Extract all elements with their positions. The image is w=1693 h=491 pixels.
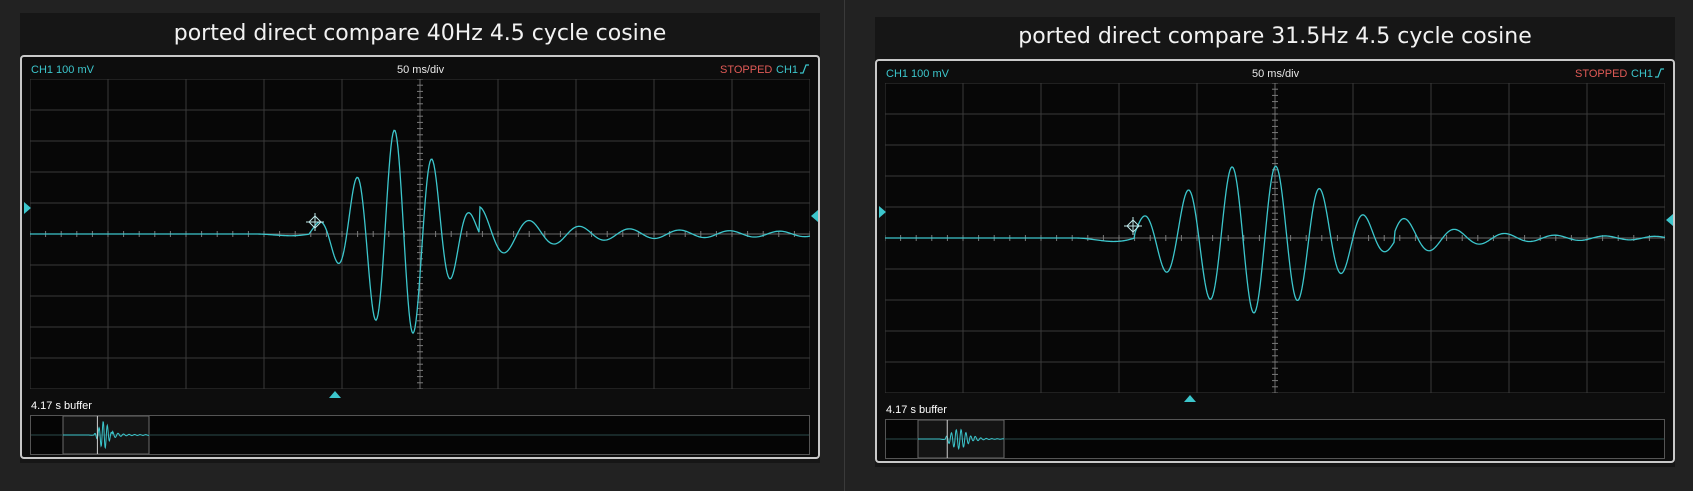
trigger-source-label: CH1 (776, 64, 799, 76)
oscilloscope-frame: CH1 100 mV 50 ms/div STOPPED CH1 4.17 s … (20, 55, 820, 459)
waveform-screen[interactable] (885, 83, 1665, 393)
waveform-line (885, 165, 1665, 314)
acquisition-status[interactable]: STOPPED (1575, 68, 1627, 80)
buffer-overview[interactable] (30, 415, 810, 455)
timebase-label[interactable]: 50 ms/div (1252, 68, 1299, 80)
trigger-level-marker-icon[interactable] (879, 206, 887, 218)
buffer-overview-trace (31, 416, 809, 454)
trigger-rising-edge-icon (1655, 68, 1665, 78)
waveform-screen[interactable] (30, 79, 810, 389)
trigger-source-label: CH1 (1631, 68, 1654, 80)
trigger-source[interactable]: CH1 (1631, 68, 1665, 80)
buffer-overview-trace (886, 420, 1664, 458)
scope-window-2: ported direct compare 31.5Hz 4.5 cycle c… (875, 17, 1675, 467)
trigger-level-marker-right-icon[interactable] (1665, 214, 1673, 226)
window-title: ported direct compare 31.5Hz 4.5 cycle c… (1018, 24, 1532, 49)
waveform-trace (885, 165, 1665, 314)
trigger-position-marker-icon[interactable] (1184, 395, 1196, 402)
trigger-level-marker-right-icon[interactable] (810, 210, 818, 222)
trigger-level-marker-icon[interactable] (24, 202, 32, 214)
trigger-position-marker-icon[interactable] (329, 391, 341, 398)
scope-window-1: ported direct compare 40Hz 4.5 cycle cos… (20, 13, 820, 463)
channel-scale-label[interactable]: CH1 100 mV (31, 64, 94, 76)
trigger-point-marker-icon (306, 213, 324, 231)
channel-scale-label[interactable]: CH1 100 mV (886, 68, 949, 80)
trigger-source[interactable]: CH1 (776, 64, 810, 76)
trigger-point-marker-icon (1124, 217, 1142, 235)
window-divider (844, 0, 845, 491)
acquisition-status[interactable]: STOPPED (720, 64, 772, 76)
timebase-label[interactable]: 50 ms/div (397, 64, 444, 76)
buffer-length-label: 4.17 s buffer (31, 400, 92, 412)
buffer-length-label: 4.17 s buffer (886, 404, 947, 416)
waveform-trace (30, 129, 810, 335)
trigger-rising-edge-icon (800, 64, 810, 74)
window-title: ported direct compare 40Hz 4.5 cycle cos… (173, 21, 667, 46)
waveform-line (30, 129, 810, 335)
buffer-overview[interactable] (885, 419, 1665, 459)
oscilloscope-frame: CH1 100 mV 50 ms/div STOPPED CH1 4.17 s … (875, 59, 1675, 463)
